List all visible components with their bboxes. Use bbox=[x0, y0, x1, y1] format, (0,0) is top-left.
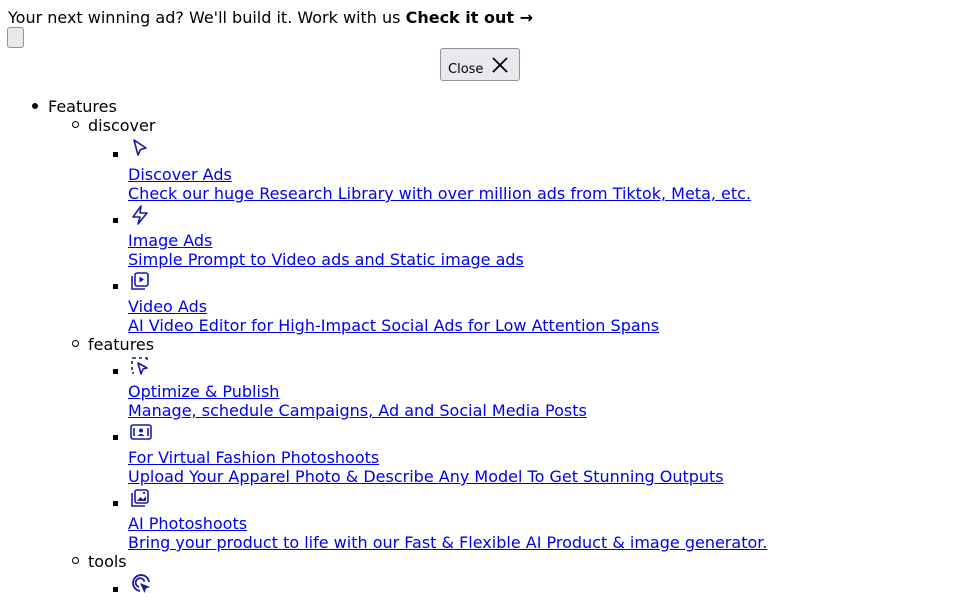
menu-link-discover-ads[interactable]: Discover Ads bbox=[128, 165, 232, 184]
bullet bbox=[72, 557, 79, 564]
menu-desc-optimize-publish[interactable]: Manage, schedule Campaigns, Ad and Socia… bbox=[128, 401, 587, 420]
menu-title-features[interactable]: Features bbox=[48, 97, 117, 116]
close-button-label: Close bbox=[448, 62, 484, 77]
bullet bbox=[113, 435, 118, 440]
group-label-tools[interactable]: tools bbox=[88, 552, 127, 571]
video-library-icon bbox=[131, 272, 149, 290]
lightning-icon bbox=[132, 205, 148, 225]
bullet bbox=[72, 121, 79, 128]
bullet bbox=[113, 152, 118, 157]
menu-desc-virtual-fashion[interactable]: Upload Your Apparel Photo & Describe Any… bbox=[128, 467, 724, 486]
banner-text: Your next winning ad? We'll build it. Wo… bbox=[8, 8, 406, 27]
menu-link-image-ads[interactable]: Image Ads bbox=[128, 231, 212, 250]
menu-link-optimize-publish[interactable]: Optimize & Publish bbox=[128, 382, 279, 401]
photo-add-icon bbox=[131, 489, 149, 507]
menu-desc-image-ads[interactable]: Simple Prompt to Video ads and Static im… bbox=[128, 250, 524, 269]
close-button[interactable]: Close bbox=[440, 48, 520, 81]
bullet bbox=[72, 340, 79, 347]
menu-link-ai-photoshoots[interactable]: AI Photoshoots bbox=[128, 514, 247, 533]
target-pointer-icon bbox=[132, 574, 150, 593]
group-label-features[interactable]: features bbox=[88, 335, 154, 354]
banner-cta-link[interactable]: Check it out → bbox=[406, 8, 533, 27]
close-icon bbox=[492, 57, 508, 73]
menu-desc-video-ads[interactable]: AI Video Editor for High-Impact Social A… bbox=[128, 316, 659, 335]
menu-link-virtual-fashion[interactable]: For Virtual Fashion Photoshoots bbox=[128, 448, 379, 467]
group-label-discover[interactable]: discover bbox=[88, 116, 155, 135]
menu-link-video-ads[interactable]: Video Ads bbox=[128, 297, 207, 316]
bullet bbox=[113, 501, 118, 506]
menu-desc-ai-photoshoots[interactable]: Bring your product to life with our Fast… bbox=[128, 533, 767, 552]
id-card-icon bbox=[130, 424, 152, 440]
menu-toggle-button[interactable] bbox=[7, 27, 24, 48]
cursor-icon bbox=[133, 139, 147, 156]
menu-desc-discover-ads[interactable]: Check our huge Research Library with ove… bbox=[128, 184, 751, 203]
bullet bbox=[113, 369, 118, 374]
bullet bbox=[32, 103, 38, 109]
bullet bbox=[113, 218, 118, 223]
select-pointer-icon bbox=[131, 357, 148, 375]
bullet bbox=[113, 284, 118, 289]
promo-banner: Your next winning ad? We'll build it. Wo… bbox=[8, 8, 533, 27]
bullet bbox=[113, 587, 118, 592]
